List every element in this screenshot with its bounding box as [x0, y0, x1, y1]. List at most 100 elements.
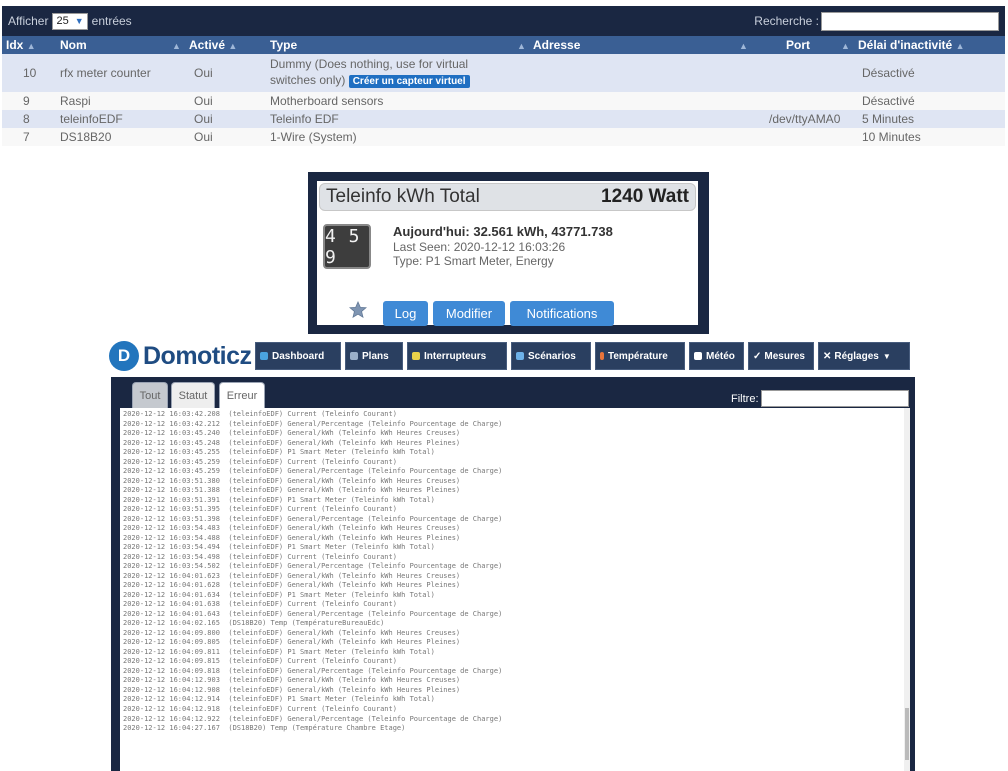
- log-line: 2020-12-12 16:04:12.918 (teleinfoEDF) Cu…: [123, 704, 397, 713]
- screenshot-root: Afficher 25 ▼ entrées Recherche : Idx ▲ …: [0, 0, 1008, 771]
- cell-delai: Désactivé: [862, 94, 915, 108]
- log-line: 2020-12-12 16:04:01.643 (teleinfoEDF) Ge…: [123, 609, 503, 618]
- col-nom[interactable]: Nom: [60, 38, 87, 52]
- cell-type: Motherboard sensors: [270, 94, 384, 108]
- plans-icon: [350, 352, 358, 360]
- modifier-button[interactable]: Modifier: [433, 301, 505, 326]
- entries-label: entrées: [91, 14, 132, 28]
- log-line: 2020-12-12 16:03:42.208 (teleinfoEDF) Cu…: [123, 410, 397, 418]
- col-sort-arrow-icon: ▲: [172, 41, 181, 51]
- menu-temperature[interactable]: Température: [595, 342, 685, 370]
- chevron-down-icon: ▼: [882, 351, 891, 361]
- widget-title-bar: Teleinfo kWh Total 1240 Watt: [319, 183, 696, 211]
- log-button[interactable]: Log: [383, 301, 428, 326]
- log-line: 2020-12-12 16:04:01.628 (teleinfoEDF) Ge…: [123, 581, 461, 590]
- log-line: 2020-12-12 16:03:54.498 (teleinfoEDF) Cu…: [123, 552, 397, 561]
- cell-active: Oui: [194, 130, 213, 144]
- log-line: 2020-12-12 16:04:12.903 (teleinfoEDF) Ge…: [123, 676, 461, 685]
- log-line: 2020-12-12 16:03:54.494 (teleinfoEDF) P1…: [123, 543, 435, 552]
- filter-input[interactable]: [761, 390, 909, 407]
- log-line: 2020-12-12 16:04:01.623 (teleinfoEDF) Ge…: [123, 571, 461, 580]
- log-scrollbar[interactable]: [904, 408, 910, 771]
- log-line: 2020-12-12 16:03:45.240 (teleinfoEDF) Ge…: [123, 429, 461, 438]
- log-line: 2020-12-12 16:04:01.634 (teleinfoEDF) P1…: [123, 590, 435, 599]
- scrollbar-thumb[interactable]: [905, 708, 909, 760]
- col-idx[interactable]: Idx ▲: [6, 38, 36, 52]
- scenes-icon: [516, 352, 524, 360]
- favorite-star-icon[interactable]: [349, 301, 367, 319]
- cell-active: Oui: [194, 94, 213, 108]
- table-header: Idx ▲ Nom ▲ Activé ▲ Type ▲ Adresse ▲ Po…: [2, 36, 1005, 54]
- cloud-icon: [694, 352, 702, 360]
- widget-title: Teleinfo kWh Total: [326, 186, 480, 207]
- notifications-button[interactable]: Notifications: [510, 301, 614, 326]
- log-output[interactable]: 2020-12-12 16:03:42.208 (teleinfoEDF) Cu…: [120, 408, 910, 771]
- log-line: 2020-12-12 16:04:12.914 (teleinfoEDF) P1…: [123, 695, 435, 704]
- tab-erreur[interactable]: Erreur: [219, 382, 265, 409]
- cell-active: Oui: [194, 66, 213, 80]
- tab-statut[interactable]: Statut: [171, 382, 215, 409]
- log-line: 2020-12-12 16:03:54.483 (teleinfoEDF) Ge…: [123, 524, 461, 533]
- create-virtual-sensor-button[interactable]: Créer un capteur virtuel: [348, 75, 470, 88]
- widget-today: Aujourd'hui: 32.561 kWh, 43771.738: [393, 224, 613, 239]
- log-line: 2020-12-12 16:03:51.380 (teleinfoEDF) Ge…: [123, 476, 461, 485]
- col-type-arrow-icon: ▲: [517, 41, 526, 51]
- chevron-down-icon: ▼: [74, 16, 84, 26]
- menu-dashboard[interactable]: Dashboard: [255, 342, 341, 370]
- log-line: 2020-12-12 16:04:09.818 (teleinfoEDF) Ge…: [123, 666, 503, 675]
- widget-last-seen: Last Seen: 2020-12-12 16:03:26: [393, 240, 566, 254]
- col-port[interactable]: Port: [786, 38, 810, 52]
- col-delai[interactable]: Délai d'inactivité ▲: [858, 38, 964, 52]
- menu-interrupteurs[interactable]: Interrupteurs: [407, 342, 507, 370]
- table-row[interactable]: 10 rfx meter counter Oui Dummy (Does not…: [2, 54, 1005, 92]
- cell-port: /dev/ttyAMA0: [769, 112, 841, 126]
- cell-delai: Désactivé: [862, 66, 915, 80]
- log-line: 2020-12-12 16:03:45.259 (teleinfoEDF) Cu…: [123, 457, 397, 466]
- log-lines: 2020-12-12 16:03:42.208 (teleinfoEDF) Cu…: [123, 410, 907, 734]
- log-line: 2020-12-12 16:04:01.638 (teleinfoEDF) Cu…: [123, 600, 397, 609]
- log-panel: Tout Statut Erreur Filtre: 2020-12-12 16…: [111, 377, 915, 771]
- table-toolbar: Afficher 25 ▼ entrées Recherche :: [2, 6, 1005, 36]
- table-row[interactable]: 9 Raspi Oui Motherboard sensors Désactiv…: [2, 92, 1005, 110]
- cell-idx: 7: [23, 130, 30, 144]
- table-row[interactable]: 8 teleinfoEDF Oui Teleinfo EDF /dev/ttyA…: [2, 110, 1005, 128]
- log-line: 2020-12-12 16:03:45.259 (teleinfoEDF) Ge…: [123, 467, 503, 476]
- table-row[interactable]: 7 DS18B20 Oui 1-Wire (System) 10 Minutes: [2, 128, 1005, 146]
- cell-nom: rfx meter counter: [60, 66, 151, 80]
- show-label: Afficher: [8, 14, 49, 28]
- chart-icon: ✓: [753, 350, 762, 362]
- cell-active: Oui: [194, 112, 213, 126]
- cell-type: Dummy (Does nothing, use for virtual: [270, 57, 469, 71]
- cell-idx: 9: [23, 94, 30, 108]
- log-line: 2020-12-12 16:03:45.248 (teleinfoEDF) Ge…: [123, 438, 461, 447]
- tab-tout[interactable]: Tout: [132, 382, 168, 409]
- menu-plans[interactable]: Plans: [345, 342, 403, 370]
- cell-type-line2: switches only) Créer un capteur virtuel: [270, 73, 470, 88]
- search-input[interactable]: [821, 11, 999, 31]
- col-type[interactable]: Type: [270, 38, 297, 52]
- thermometer-icon: [600, 352, 604, 360]
- log-line: 2020-12-12 16:04:09.815 (teleinfoEDF) Cu…: [123, 657, 397, 666]
- log-line: 2020-12-12 16:03:51.395 (teleinfoEDF) Cu…: [123, 505, 397, 514]
- menu-scenarios[interactable]: Scénarios: [511, 342, 591, 370]
- cell-type: 1-Wire (System): [270, 130, 357, 144]
- cell-type: Teleinfo EDF: [270, 112, 339, 126]
- page-size-select[interactable]: 25 ▼: [52, 12, 88, 30]
- log-line: 2020-12-12 16:04:12.908 (teleinfoEDF) Ge…: [123, 685, 461, 694]
- page-size-value: 25: [56, 15, 69, 27]
- log-line: 2020-12-12 16:04:09.800 (teleinfoEDF) Ge…: [123, 628, 461, 637]
- widget-type: Type: P1 Smart Meter, Energy: [393, 254, 554, 268]
- cell-delai: 5 Minutes: [862, 112, 915, 126]
- col-port-arrow-icon: ▲: [841, 41, 850, 51]
- domoticz-logo[interactable]: D Domoticz: [109, 341, 252, 371]
- col-adresse[interactable]: Adresse: [533, 38, 580, 52]
- menu-reglages[interactable]: ✕ Réglages ▼: [818, 342, 910, 370]
- widget-value: 1240 Watt: [601, 186, 689, 207]
- col-active[interactable]: Activé ▲: [189, 38, 237, 52]
- counter-icon: 4 5 9: [323, 224, 371, 269]
- filter-label: Filtre:: [731, 393, 759, 405]
- menu-meteo[interactable]: Météo: [689, 342, 744, 370]
- top-navbar: D Domoticz Dashboard Plans Interrupteurs…: [103, 335, 915, 375]
- menu-mesures[interactable]: ✓ Mesures: [748, 342, 814, 370]
- dashboard-icon: [260, 352, 268, 360]
